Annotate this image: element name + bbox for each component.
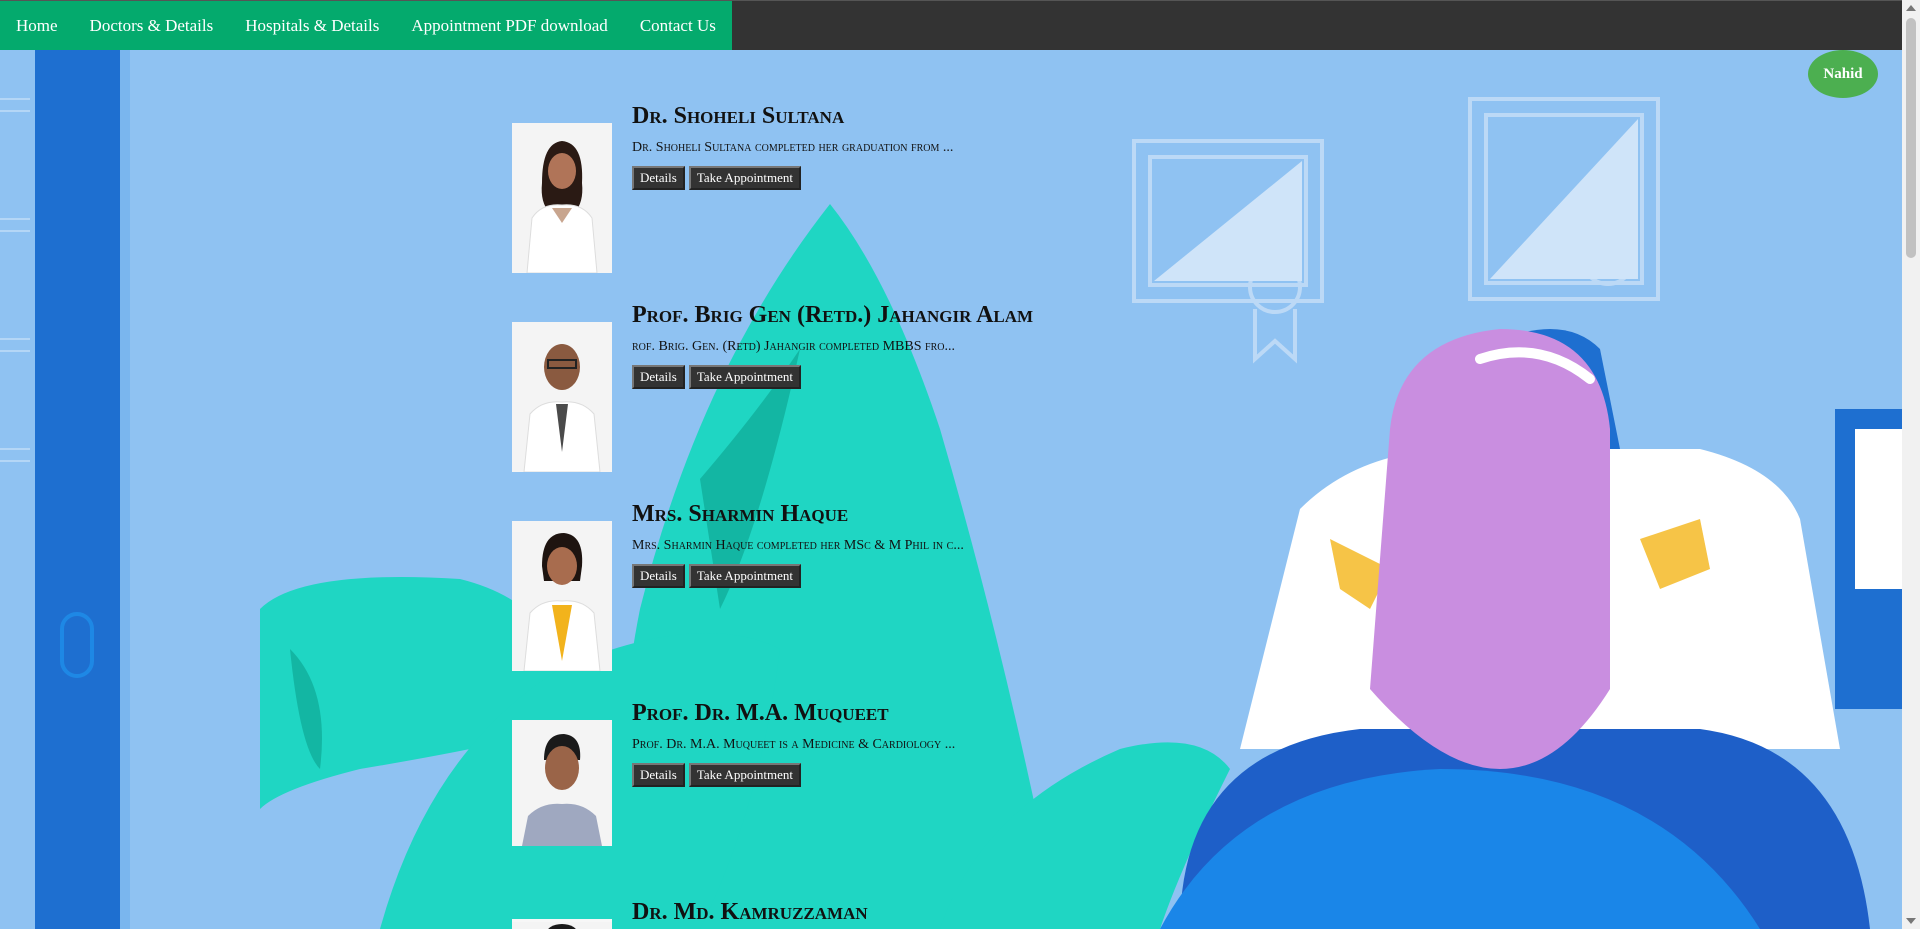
- page-scrollbar[interactable]: [1902, 0, 1920, 929]
- doctor-card: Prof. Brig Gen (Retd.) Jahangir Alam rof…: [512, 302, 1412, 482]
- details-button[interactable]: Details: [632, 166, 685, 190]
- nav-hospitals-details[interactable]: Hospitals & Details: [229, 1, 395, 50]
- doctor-name: Dr. Shoheli Sultana: [632, 103, 845, 129]
- user-profile-badge[interactable]: Nahid: [1808, 50, 1878, 98]
- take-appointment-button[interactable]: Take Appointment: [688, 763, 802, 787]
- take-appointment-button[interactable]: Take Appointment: [688, 365, 802, 389]
- scroll-up-arrow-icon[interactable]: [1906, 5, 1916, 11]
- doctor-photo: [512, 521, 612, 671]
- nav-contact-us[interactable]: Contact Us: [624, 1, 732, 50]
- doctor-description: Dr. Shoheli Sultana completed her gradua…: [632, 140, 954, 155]
- details-button[interactable]: Details: [632, 763, 685, 787]
- scroll-down-arrow-icon[interactable]: [1906, 918, 1916, 924]
- doctor-description: Mrs. Sharmin Haque completed her MSc & M…: [632, 538, 964, 553]
- doctor-description: rof. Brig. Gen. (Retd) Jahangir complete…: [632, 339, 955, 354]
- doctor-card: Dr. Shoheli Sultana Dr. Shoheli Sultana …: [512, 103, 1412, 283]
- doctor-card: Dr. Md. Kamruzzaman: [512, 899, 1412, 929]
- take-appointment-button[interactable]: Take Appointment: [688, 564, 802, 588]
- doctor-photo: [512, 720, 612, 846]
- top-navigation-bar: Home Doctors & Details Hospitals & Detai…: [0, 0, 1902, 50]
- nav-home[interactable]: Home: [0, 1, 74, 50]
- doctor-name: Prof. Dr. M.A. Muqueet: [632, 700, 889, 726]
- doctor-info: Mrs. Sharmin Haque Mrs. Sharmin Haque co…: [632, 501, 964, 588]
- doctor-card: Prof. Dr. M.A. Muqueet Prof. Dr. M.A. Mu…: [512, 700, 1412, 880]
- doctor-name: Prof. Brig Gen (Retd.) Jahangir Alam: [632, 302, 1034, 328]
- doctor-info: Dr. Md. Kamruzzaman: [632, 899, 868, 926]
- doctor-info: Dr. Shoheli Sultana Dr. Shoheli Sultana …: [632, 103, 953, 190]
- doctor-description: Prof. Dr. M.A. Muqueet is a Medicine & C…: [632, 737, 956, 752]
- details-button[interactable]: Details: [632, 564, 685, 588]
- doctor-card: Mrs. Sharmin Haque Mrs. Sharmin Haque co…: [512, 501, 1412, 681]
- details-button[interactable]: Details: [632, 365, 685, 389]
- doctor-name: Mrs. Sharmin Haque: [632, 501, 849, 527]
- scroll-thumb[interactable]: [1906, 18, 1916, 258]
- doctor-info: Prof. Brig Gen (Retd.) Jahangir Alam rof…: [632, 302, 1033, 389]
- doctor-info: Prof. Dr. M.A. Muqueet Prof. Dr. M.A. Mu…: [632, 700, 955, 787]
- take-appointment-button[interactable]: Take Appointment: [688, 166, 802, 190]
- doctor-photo: [512, 919, 612, 929]
- doctor-photo: [512, 123, 612, 273]
- doctor-name: Dr. Md. Kamruzzaman: [632, 899, 868, 925]
- doctor-photo: [512, 322, 612, 472]
- main-nav: Home Doctors & Details Hospitals & Detai…: [0, 1, 732, 50]
- nav-doctors-details[interactable]: Doctors & Details: [74, 1, 230, 50]
- nav-appointment-pdf-download[interactable]: Appointment PDF download: [395, 1, 623, 50]
